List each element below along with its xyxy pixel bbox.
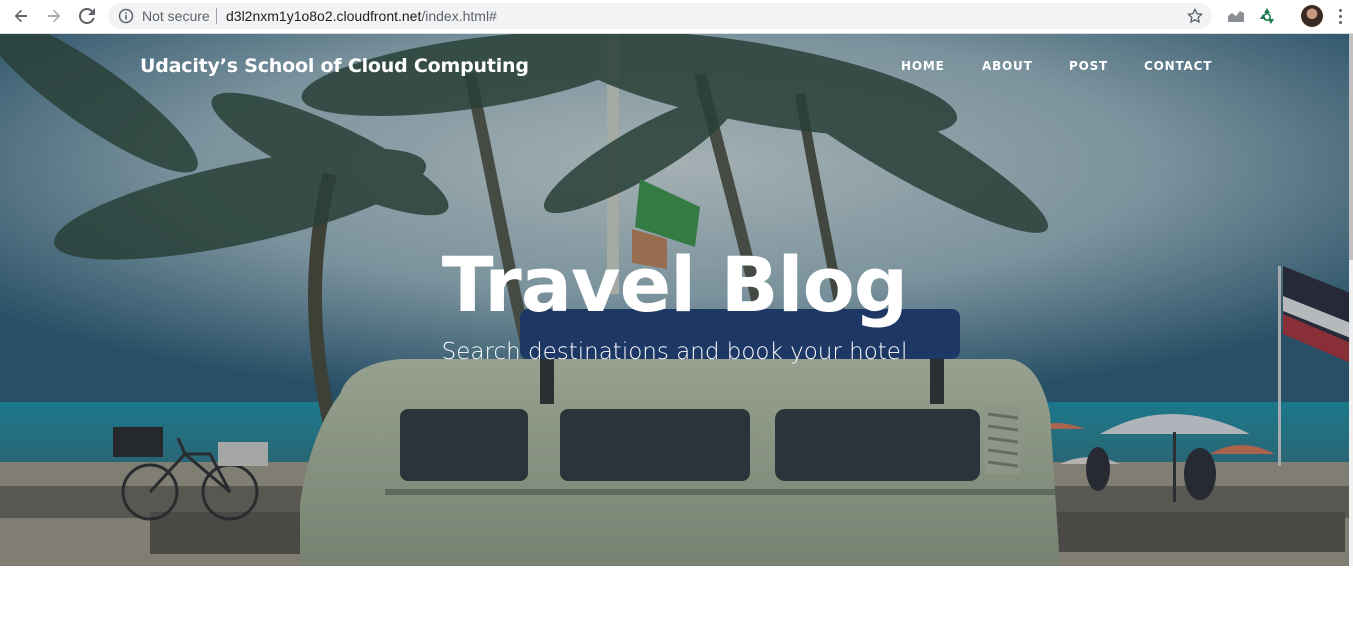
site-brand[interactable]: Udacity’s School of Cloud Computing: [140, 55, 529, 77]
extension-chart-icon[interactable]: [1226, 6, 1246, 26]
scrollbar-thumb[interactable]: [1349, 34, 1353, 260]
avatar[interactable]: [1301, 5, 1323, 27]
url-host: d3l2nxm1y1o8o2.cloudfront.net: [226, 8, 422, 24]
star-icon[interactable]: [1186, 7, 1204, 25]
info-icon[interactable]: [118, 8, 134, 24]
nav-contact[interactable]: CONTACT: [1144, 59, 1212, 73]
security-label: Not secure: [142, 8, 210, 24]
browser-toolbar: Not secure d3l2nxm1y1o8o2.cloudfront.net…: [0, 0, 1353, 34]
menu-dots-icon[interactable]: [1334, 6, 1346, 26]
divider: [216, 8, 217, 24]
url-text[interactable]: d3l2nxm1y1o8o2.cloudfront.net/index.html…: [226, 3, 497, 29]
url-path: /index.html#: [421, 8, 497, 24]
back-arrow-icon[interactable]: [8, 4, 34, 28]
nav-post[interactable]: POST: [1069, 59, 1108, 73]
forward-arrow-icon[interactable]: [41, 4, 67, 28]
nav-home[interactable]: HOME: [901, 59, 945, 73]
nav-about[interactable]: ABOUT: [982, 59, 1033, 73]
reload-icon[interactable]: [74, 4, 100, 28]
address-bar[interactable]: Not secure d3l2nxm1y1o8o2.cloudfront.net…: [108, 3, 1212, 29]
hero-subtitle: Search destinations and book your hotel: [441, 339, 908, 365]
extension-recycle-icon[interactable]: [1257, 6, 1277, 26]
hero-title: Travel Blog: [441, 240, 908, 329]
